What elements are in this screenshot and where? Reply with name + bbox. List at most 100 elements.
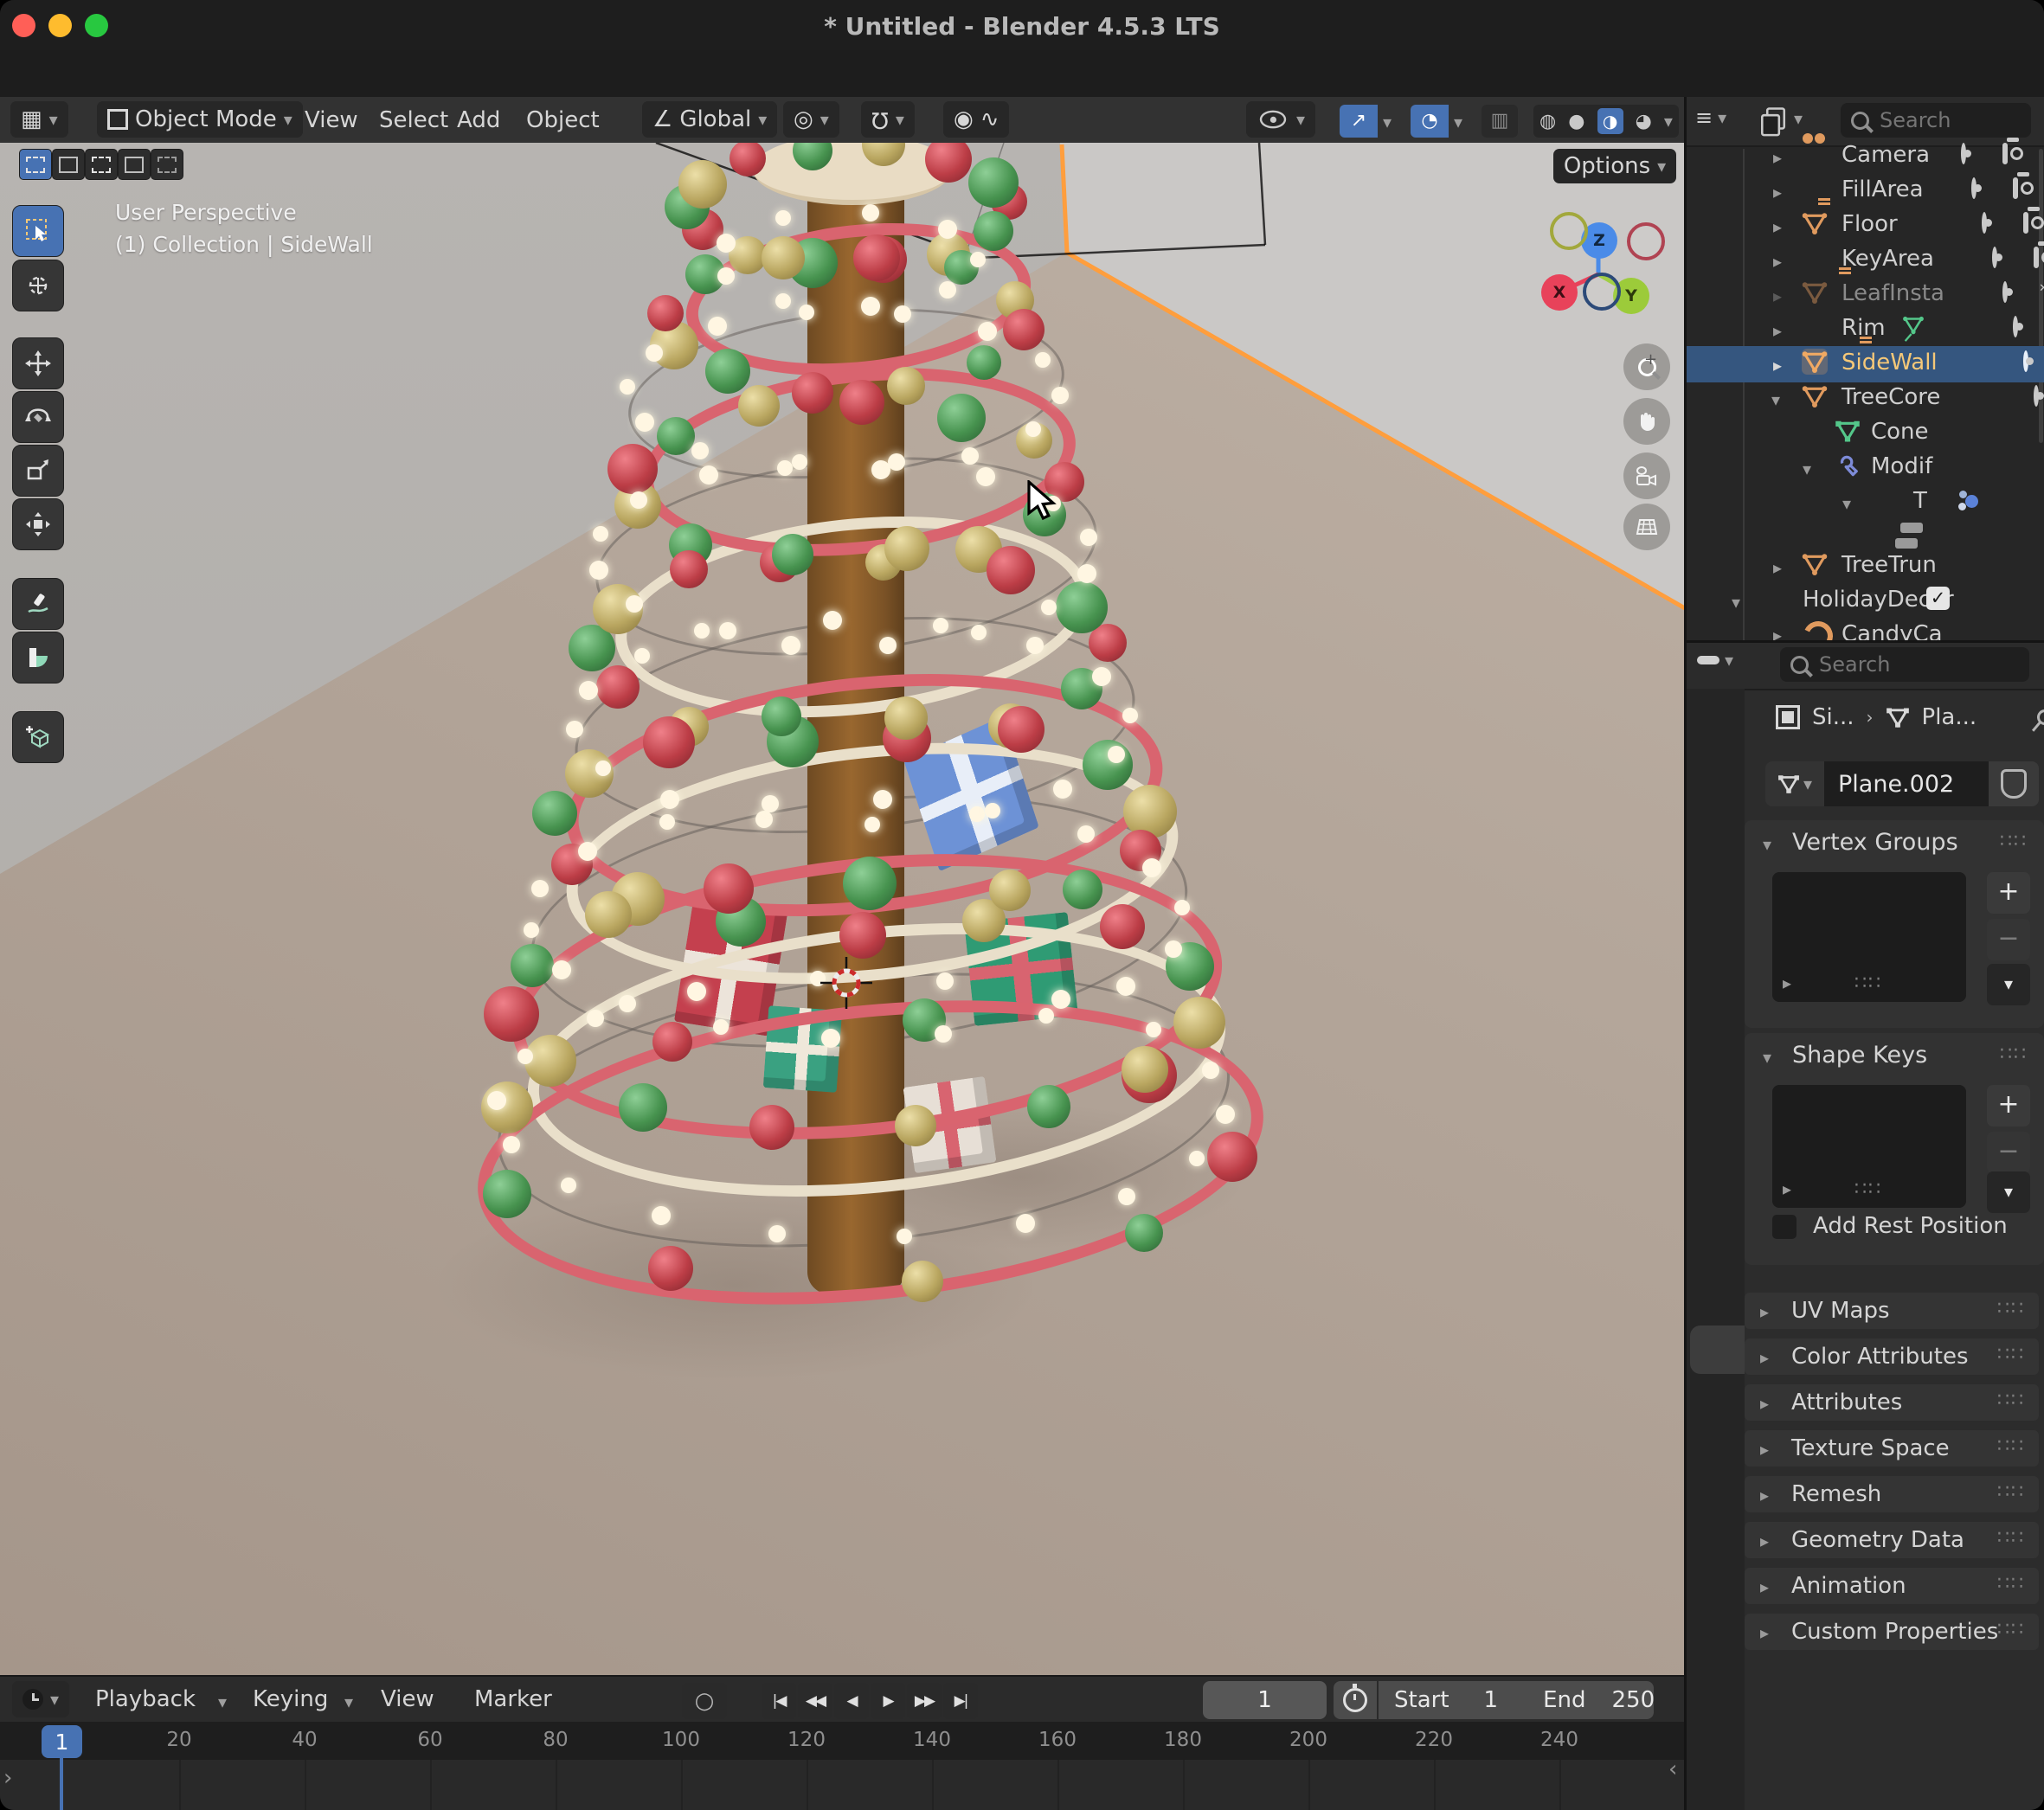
transform-orientation-selector[interactable]: ∠ Global ▾ [642, 101, 777, 138]
hide-eye-toggle[interactable] [1992, 247, 1997, 268]
vertex-groups-list[interactable]: ▸∷∷ [1772, 872, 1966, 1002]
timeline-editor-type-button[interactable]: ▾ [12, 1681, 69, 1717]
panel-grip[interactable]: ∷∷ [2000, 1043, 2028, 1065]
viewport-menu-select[interactable]: Select [379, 107, 448, 133]
render-visibility-toggle[interactable] [2002, 143, 2008, 164]
shape-key-specials-button[interactable]: ▾ [1987, 1171, 2030, 1213]
visibility-dropdown[interactable]: ▾ [1246, 101, 1315, 138]
pivot-point-selector[interactable]: ◎▾ [783, 101, 839, 138]
expand-icon[interactable]: ▸ [1773, 251, 1782, 272]
start-frame-field[interactable]: 1 [1484, 1687, 1499, 1713]
hide-eye-toggle[interactable] [2013, 316, 2018, 337]
expand-icon[interactable]: ▸ [1773, 182, 1782, 202]
render-visibility-toggle[interactable] [2034, 247, 2039, 268]
properties-editor-type-button[interactable]: ▾ [1697, 650, 1733, 671]
select-mode-intersect-button[interactable] [151, 149, 183, 180]
play-button[interactable]: ▶ [871, 1683, 905, 1719]
panel-remesh[interactable]: ▸Remesh∷∷ [1745, 1476, 2039, 1512]
expand-icon[interactable]: ▸ [1773, 557, 1782, 578]
timeline-channels[interactable] [0, 1760, 1685, 1810]
panel-uv-maps[interactable]: ▸UV Maps∷∷ [1745, 1293, 2039, 1329]
current-frame-field[interactable]: 1 [1203, 1681, 1327, 1719]
outliner-editor-type-button[interactable]: ≡▾ [1695, 106, 1726, 130]
collapse-icon[interactable]: ▾ [1842, 493, 1851, 514]
outliner-item[interactable]: Modif [1871, 453, 1932, 479]
render-visibility-toggle[interactable] [2013, 177, 2018, 199]
collapse-icon[interactable]: ▾ [1771, 389, 1780, 410]
scale-tool[interactable] [12, 445, 64, 497]
shape-keys-title[interactable]: Shape Keys [1792, 1042, 1927, 1069]
timeline-menu-playback[interactable]: Playback [95, 1686, 196, 1712]
object-breadcrumb-icon[interactable] [1776, 705, 1800, 729]
expand-icon[interactable]: ▸ [1773, 625, 1782, 642]
timeline-menu-view[interactable]: View [381, 1686, 434, 1712]
zoom-button[interactable]: + [1623, 343, 1670, 390]
properties-search[interactable] [1780, 647, 2029, 682]
panel-custom-properties[interactable]: ▸Custom Properties∷∷ [1745, 1614, 2039, 1650]
play-reverse-button[interactable]: ◀ [834, 1683, 869, 1719]
show-gizmo-toggle[interactable]: ↗ [1340, 105, 1378, 138]
mesh-data-dropdown[interactable]: ▾ [1765, 761, 1824, 806]
playhead-line[interactable] [60, 1758, 63, 1810]
vertex-group-specials-button[interactable]: ▾ [1987, 964, 2030, 1005]
pin-id-icon[interactable] [2034, 706, 2044, 728]
show-overlays-toggle[interactable]: ◔ [1411, 105, 1449, 138]
viewport-canvas[interactable]: User Perspective (1) Collection | SideWa… [0, 143, 1685, 1675]
previous-keyframe-button[interactable]: ◀◀ [798, 1683, 832, 1719]
outliner-item[interactable]: TreeTrun [1842, 552, 1937, 578]
outliner-item[interactable]: Cone [1871, 419, 1929, 445]
measure-tool[interactable] [12, 632, 64, 684]
wireframe-shading-icon[interactable]: ◍ [1539, 111, 1556, 132]
breadcrumb-object[interactable]: Si... [1812, 704, 1854, 730]
end-frame-field[interactable]: 250 [1611, 1687, 1655, 1713]
outliner-item[interactable]: LeafInsta [1842, 280, 1944, 306]
camera-view-button[interactable] [1623, 452, 1670, 499]
viewport-menu-add[interactable]: Add [457, 107, 500, 133]
timeline-menu-marker[interactable]: Marker [474, 1686, 552, 1712]
pan-hand-button[interactable] [1623, 398, 1670, 445]
shading-dropdown[interactable]: ▾ [1664, 111, 1673, 132]
outliner-item[interactable]: TreeCore [1842, 384, 1940, 410]
render-visibility-toggle[interactable] [2023, 212, 2028, 234]
hide-eye-toggle[interactable] [1971, 177, 1977, 199]
fake-user-button[interactable] [1989, 761, 2039, 806]
jump-to-start-button[interactable]: |◀ [762, 1683, 796, 1719]
viewport-menu-object[interactable]: Object [526, 107, 600, 133]
add-shape-key-button[interactable]: + [1987, 1085, 2030, 1126]
select-mode-new-button[interactable] [19, 149, 52, 180]
timeline-expand-chevron[interactable]: › [3, 1765, 12, 1791]
collection-checkbox[interactable]: ✓ [1926, 587, 1950, 610]
hide-eye-toggle[interactable] [1961, 143, 1966, 164]
orthographic-toggle-button[interactable] [1623, 504, 1670, 550]
transform-tool[interactable] [12, 498, 64, 550]
outliner-item[interactable]: CandyCa [1842, 621, 1943, 642]
jump-to-end-button[interactable]: ▶| [943, 1683, 978, 1719]
rendered-shading-icon[interactable]: ◕ [1636, 111, 1652, 132]
add-cube-tool[interactable] [12, 711, 64, 763]
select-box-tool[interactable] [12, 205, 64, 257]
expand-icon[interactable]: ▸ [1773, 286, 1782, 306]
outliner-item[interactable]: Camera [1842, 142, 1930, 168]
move-tool[interactable] [12, 337, 64, 389]
auto-keying-record-button[interactable]: ○ [682, 1683, 727, 1719]
cursor-tool[interactable] [12, 260, 64, 311]
hide-eye-toggle[interactable] [1982, 212, 1987, 234]
use-preview-range-button[interactable] [1334, 1681, 1377, 1719]
material-preview-shading-icon[interactable]: ◑ [1597, 108, 1623, 134]
xray-toggle[interactable]: ▥ [1482, 105, 1518, 138]
snap-selector[interactable]: Ω▾ [861, 101, 915, 138]
outliner-item-active[interactable]: SideWall [1842, 350, 1938, 375]
solid-shading-icon[interactable]: ● [1568, 111, 1584, 132]
outliner-item[interactable]: KeyArea [1842, 246, 1934, 272]
collapse-icon[interactable]: ▾ [1732, 592, 1740, 613]
datablock-name-field[interactable]: Plane.002 [1824, 761, 1989, 806]
timeline-menu-keying[interactable]: Keying [253, 1686, 328, 1712]
collapse-icon[interactable]: ▾ [1803, 459, 1811, 479]
mode-selector[interactable]: Object Mode ▾ [97, 101, 303, 138]
viewport-menu-view[interactable]: View [305, 107, 358, 133]
outliner-item[interactable]: Floor [1842, 211, 1898, 237]
expand-icon[interactable]: ▸ [1773, 355, 1782, 375]
hide-eye-toggle[interactable] [2034, 385, 2039, 407]
annotate-tool[interactable] [12, 578, 64, 630]
outliner-display-mode-button[interactable]: ▾ [1764, 106, 1803, 132]
